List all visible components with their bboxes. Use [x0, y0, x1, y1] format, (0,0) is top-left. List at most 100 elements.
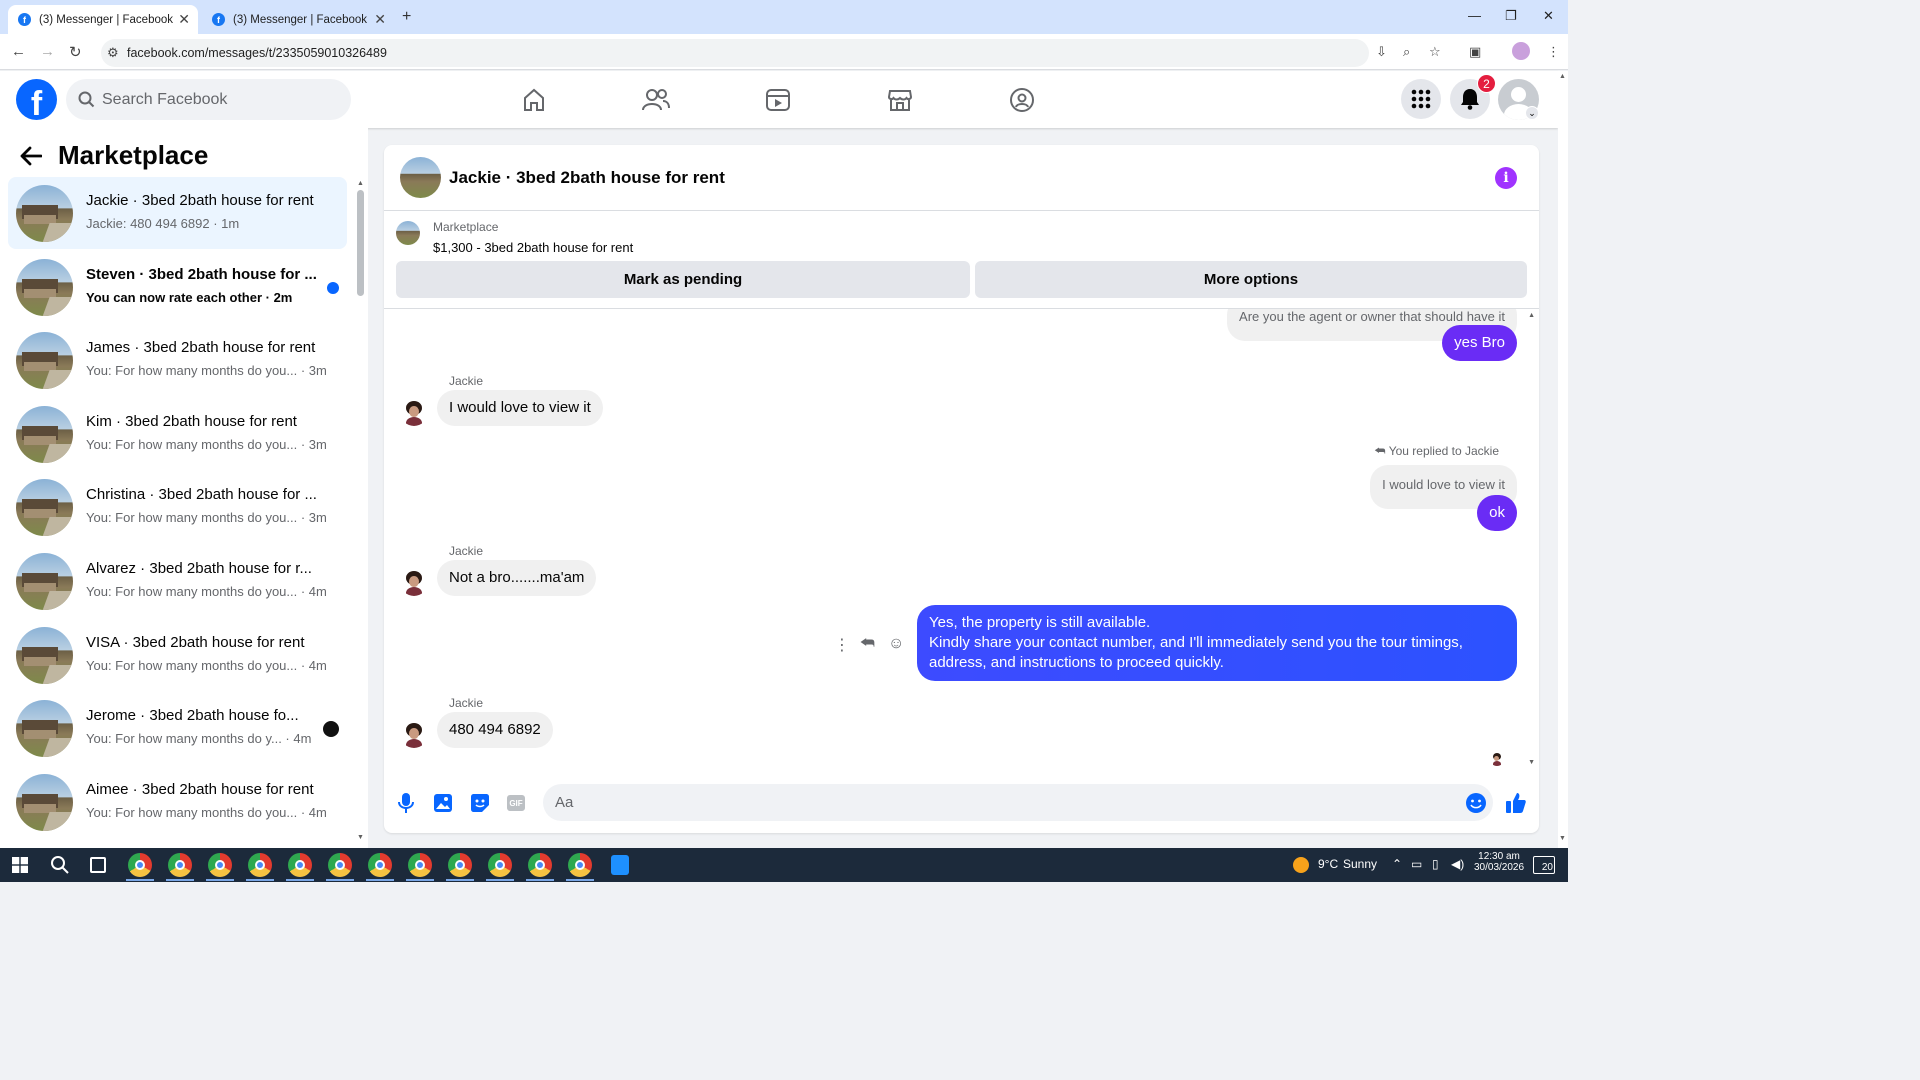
conversation-item[interactable]: Christina · 3bed 2bath house for ... You:… — [8, 471, 347, 543]
network-icon[interactable]: ▭ — [1411, 857, 1422, 871]
restore-icon[interactable]: ❐ — [1505, 8, 1517, 24]
groups-icon[interactable] — [1005, 83, 1039, 117]
windows-start-icon[interactable] — [12, 857, 28, 873]
conversation-item[interactable]: James · 3bed 2bath house for rent You: Fo… — [8, 324, 347, 396]
close-tab-icon[interactable]: ✕ — [178, 11, 190, 28]
edge-app-icon[interactable] — [611, 855, 629, 875]
like-thumb-icon[interactable] — [1505, 792, 1527, 814]
outgoing-message-long[interactable]: Yes, the property is still available. Ki… — [917, 605, 1517, 681]
chrome-app-icon[interactable] — [448, 853, 472, 877]
forward-icon[interactable]: → — [40, 43, 55, 60]
chrome-app-icon[interactable] — [208, 853, 232, 877]
conversation-item[interactable]: VISA · 3bed 2bath house for rent You: For… — [8, 619, 347, 691]
close-window-icon[interactable]: ✕ — [1543, 8, 1554, 24]
listing-avatar[interactable] — [400, 157, 441, 198]
reply-icon[interactable]: ⮪ — [860, 635, 875, 653]
more-options-button[interactable]: More options — [975, 261, 1527, 298]
photo-icon[interactable] — [432, 792, 454, 814]
taskbar-search-icon[interactable] — [50, 855, 70, 875]
home-icon[interactable] — [517, 83, 551, 117]
install-app-icon[interactable]: ⇩ — [1376, 44, 1387, 60]
conversation-item[interactable]: Jackie · 3bed 2bath house for rent Jackie… — [8, 177, 347, 249]
jackie-avatar[interactable] — [400, 720, 428, 748]
new-tab-icon[interactable]: + — [402, 8, 411, 26]
site-info-icon[interactable]: ⚙ — [107, 45, 119, 61]
chrome-app-icon[interactable] — [168, 853, 192, 877]
chrome-app-icon[interactable] — [288, 853, 312, 877]
notification-center-icon[interactable]: 20 — [1533, 856, 1555, 874]
browser-tab-active[interactable]: f (3) Messenger | Facebook ✕ — [8, 5, 198, 34]
clock[interactable]: 12:30 am 30/03/2026 — [1474, 851, 1524, 873]
volume-icon[interactable]: ◀) — [1451, 857, 1464, 871]
incoming-message[interactable]: 480 494 6892 — [437, 712, 553, 748]
video-icon[interactable] — [761, 83, 795, 117]
friends-icon[interactable] — [639, 83, 673, 117]
incoming-message[interactable]: Not a bro.......ma'am — [437, 560, 597, 596]
scroll-up-icon[interactable]: ▲ — [357, 180, 364, 187]
emoji-icon[interactable] — [1465, 792, 1487, 814]
chrome-app-icon[interactable] — [248, 853, 272, 877]
minimize-icon[interactable]: — — [1468, 8, 1481, 23]
weather-temp[interactable]: 9°C — [1318, 857, 1338, 871]
conversation-item[interactable]: Alvarez · 3bed 2bath house for r... You: … — [8, 545, 347, 617]
chrome-app-icon[interactable] — [408, 853, 432, 877]
scroll-up-icon[interactable]: ▲ — [1528, 312, 1535, 319]
microphone-icon[interactable] — [395, 792, 417, 814]
listing-thumbnail[interactable] — [396, 221, 420, 245]
zoom-icon[interactable]: ⌕ — [1403, 44, 1410, 60]
outgoing-message[interactable]: yes Bro — [1442, 325, 1517, 361]
info-icon[interactable]: i — [1495, 167, 1517, 189]
jackie-avatar[interactable] — [400, 568, 428, 596]
message-line: Yes, the property is still available. — [929, 614, 1151, 631]
conversation-item[interactable]: Steven · 3bed 2bath house for ... You can… — [8, 251, 347, 323]
page-scrollbar[interactable]: ▲ ▼ — [1558, 71, 1568, 848]
back-arrow-icon[interactable] — [20, 146, 42, 166]
message-input[interactable]: Aa — [543, 784, 1493, 821]
browser-tab[interactable]: f (3) Messenger | Facebook ✕ — [202, 5, 394, 34]
listing-thumbnail — [16, 405, 73, 463]
task-view-icon[interactable] — [90, 857, 106, 873]
chevron-down-icon[interactable]: ⌄ — [1525, 106, 1539, 120]
conversation-item[interactable]: Jerome · 3bed 2bath house fo... You: For … — [8, 692, 347, 764]
running-indicator — [326, 879, 354, 881]
conversation-item[interactable]: Aimee · 3bed 2bath house for rent You: Fo… — [8, 766, 347, 838]
facebook-logo-icon[interactable]: f — [16, 79, 57, 120]
outgoing-message[interactable]: ok — [1477, 495, 1517, 531]
more-actions-icon[interactable]: ⋮ — [834, 635, 850, 655]
scroll-down-icon[interactable]: ▼ — [357, 834, 364, 841]
profile-avatar-icon[interactable] — [1512, 42, 1530, 60]
chat-title[interactable]: Jackie · 3bed 2bath house for rent — [449, 168, 725, 188]
chrome-app-icon[interactable] — [328, 853, 352, 877]
incoming-message[interactable]: I would love to view it — [437, 390, 603, 426]
chrome-app-icon[interactable] — [368, 853, 392, 877]
battery-icon[interactable]: ▯ — [1432, 857, 1439, 871]
listing-thumbnail — [16, 479, 73, 537]
bookmark-star-icon[interactable]: ☆ — [1429, 44, 1441, 60]
sender-name: Jackie — [449, 374, 484, 388]
reload-icon[interactable]: ↻ — [69, 43, 82, 61]
tray-chevron-icon[interactable]: ⌃ — [1392, 857, 1402, 871]
listing-thumbnail — [16, 258, 73, 316]
chrome-app-icon[interactable] — [488, 853, 512, 877]
conversation-item[interactable]: Kim · 3bed 2bath house for rent You: For … — [8, 398, 347, 470]
weather-text[interactable]: Sunny — [1343, 857, 1377, 871]
close-tab-icon[interactable]: ✕ — [374, 11, 386, 28]
listing-title[interactable]: $1,300 - 3bed 2bath house for rent — [433, 240, 633, 255]
url-field[interactable]: ⚙ facebook.com/messages/t/23350590103264… — [101, 39, 1369, 67]
marketplace-icon[interactable] — [883, 83, 917, 117]
menu-grid-button[interactable] — [1401, 79, 1441, 119]
jackie-avatar[interactable] — [400, 398, 428, 426]
scroll-down-icon[interactable]: ▼ — [1528, 759, 1535, 766]
sticker-icon[interactable] — [469, 792, 491, 814]
tab-search-icon[interactable]: ▣ — [1469, 44, 1481, 60]
chrome-app-icon[interactable] — [528, 853, 552, 877]
browser-menu-icon[interactable]: ⋮ — [1547, 44, 1560, 60]
chrome-app-icon[interactable] — [128, 853, 152, 877]
search-input[interactable]: Search Facebook — [66, 79, 351, 120]
sidebar-scrollbar[interactable] — [357, 190, 364, 296]
mark-as-pending-button[interactable]: Mark as pending — [396, 261, 970, 298]
react-emoji-icon[interactable]: ☺ — [888, 635, 904, 653]
gif-icon[interactable]: GIF — [505, 792, 527, 814]
chrome-app-icon[interactable] — [568, 853, 592, 877]
back-icon[interactable]: ← — [11, 43, 26, 60]
